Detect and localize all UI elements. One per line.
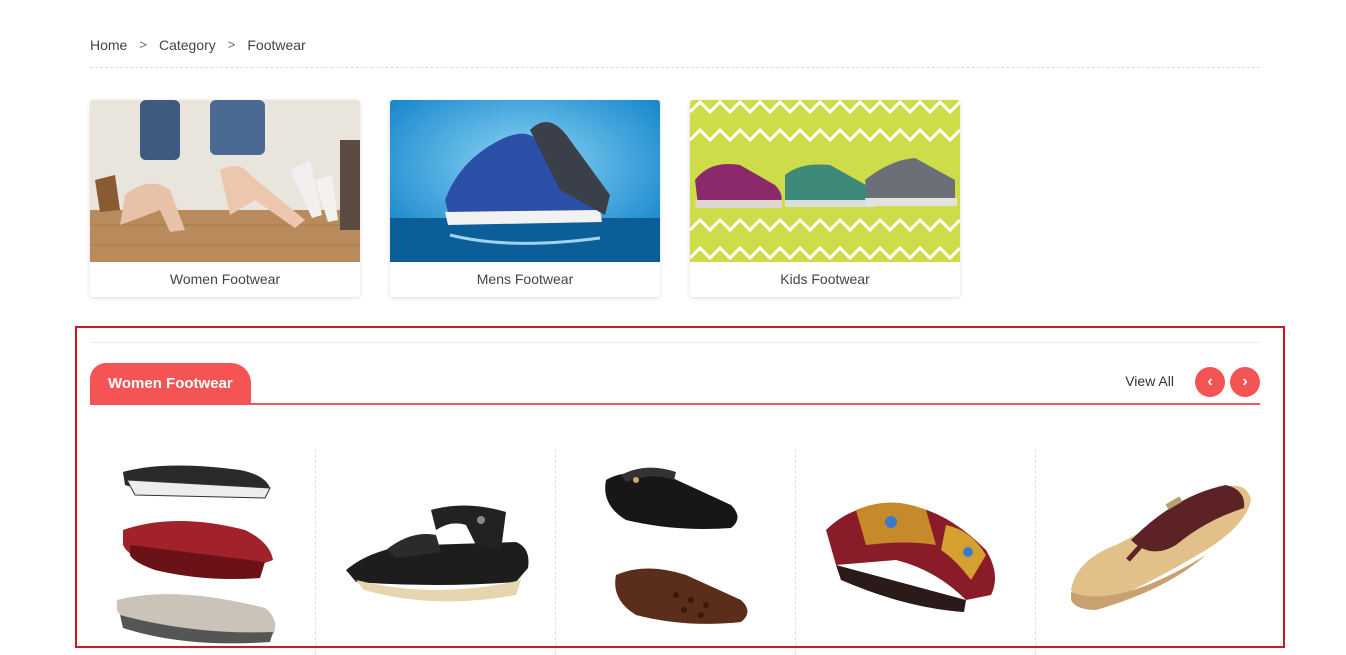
view-all-link[interactable]: View All [1125,373,1174,389]
breadcrumb-current: Footwear [247,37,306,53]
kids-footwear-image [690,100,960,262]
section-header: Women Footwear View All ‹ › [90,363,1260,405]
breadcrumb: Home > Category > Footwear [90,37,1260,68]
product-card[interactable] [75,450,315,655]
chevron-right-icon: › [1242,373,1248,390]
breadcrumb-separator: > [227,37,236,52]
category-card-kids[interactable]: Kids Footwear [690,100,960,297]
category-label: Women Footwear [169,271,281,287]
mens-footwear-image [390,100,660,262]
category-card-mens[interactable]: Mens Footwear [390,100,660,297]
product-image-wedge-flip-flops [117,465,276,644]
breadcrumb-home[interactable]: Home [90,37,127,53]
category-label: Mens Footwear [476,271,574,287]
chevron-left-icon: ‹ [1207,373,1213,390]
section-title: Women Footwear [90,363,251,405]
product-card[interactable] [555,450,795,655]
breadcrumb-separator: > [139,37,147,52]
product-image-brown-thong-sandal [1071,485,1251,610]
women-footwear-image [90,100,360,262]
section-divider [90,342,1260,343]
product-card[interactable] [1035,450,1275,655]
product-carousel [75,450,1275,655]
carousel-next-button[interactable]: › [1230,367,1260,397]
product-card[interactable] [795,450,1035,655]
product-image-ballet-flats [605,467,748,624]
carousel-prev-button[interactable]: ‹ [1195,367,1225,397]
breadcrumb-category[interactable]: Category [159,37,216,53]
product-card[interactable] [315,450,555,655]
product-image-black-strap-sandal [346,505,529,602]
product-image-embroidered-wedge-sandal [826,502,995,612]
category-card-women[interactable]: Women Footwear [90,100,360,297]
category-label: Kids Footwear [780,271,870,287]
